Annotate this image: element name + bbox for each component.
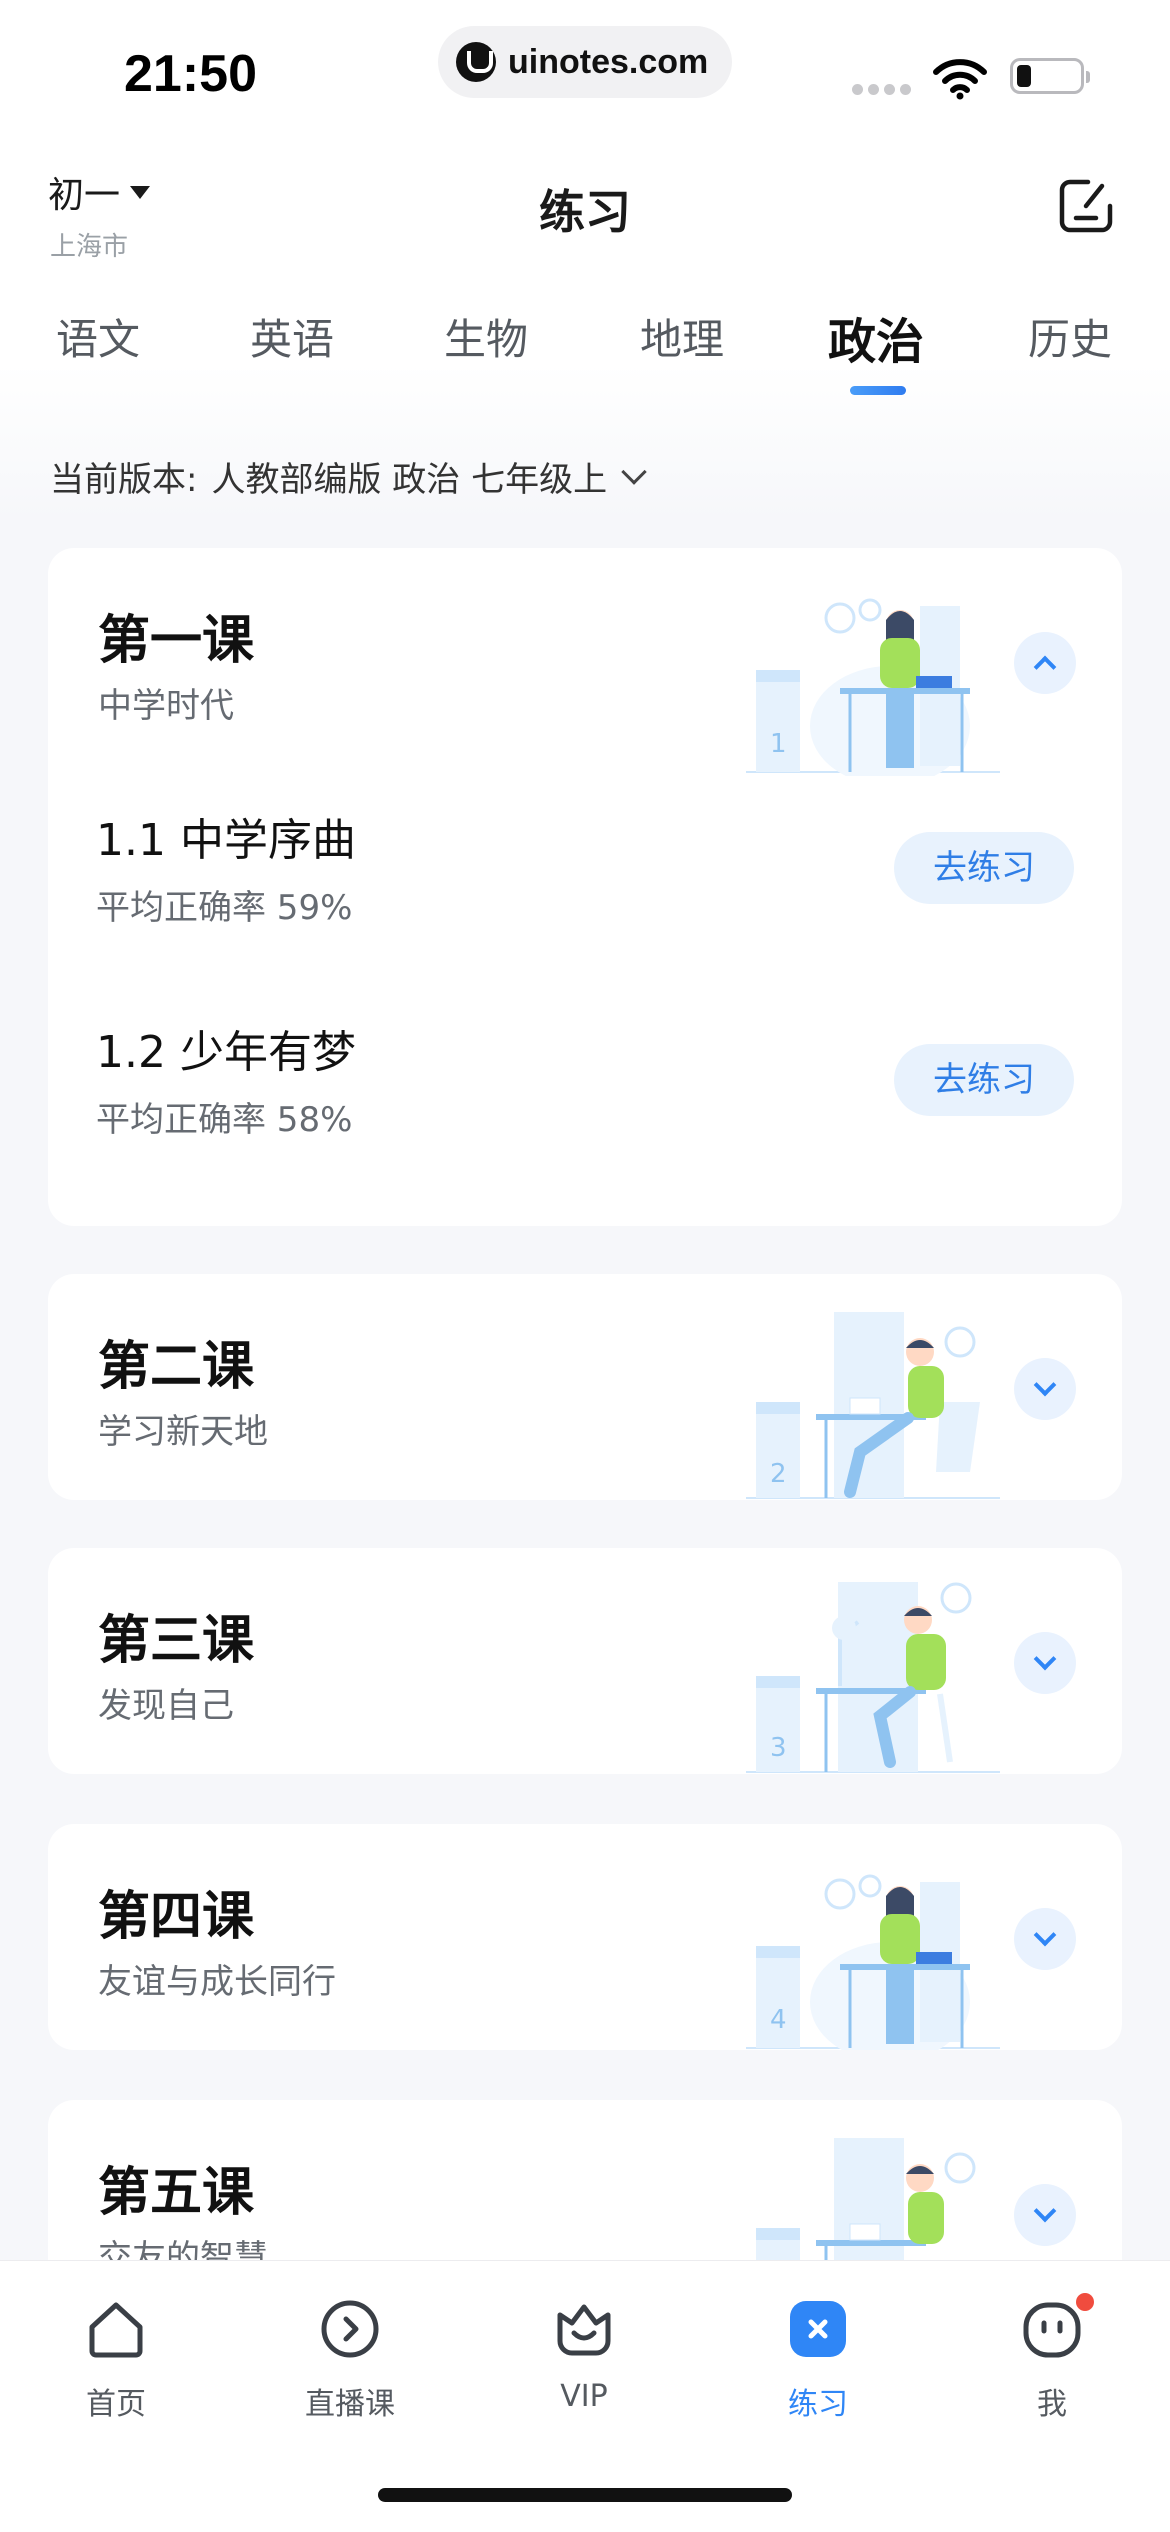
- nav-item-home[interactable]: 首页: [36, 2297, 196, 2423]
- active-tab-indicator: [850, 386, 906, 395]
- chevron-down-icon: [621, 458, 647, 485]
- edition-value: 人教部编版 政治 七年级上: [211, 460, 608, 500]
- lesson-subtitle: 学习新天地: [98, 1412, 268, 1452]
- student-desk-lamp-illustration: 3: [746, 1582, 1000, 1773]
- chevron-down-icon: [1033, 1373, 1057, 1397]
- tab-chinese[interactable]: 语文: [56, 306, 140, 367]
- lesson-title: 第五课: [98, 2163, 255, 2223]
- lesson-subtitle: 中学时代: [98, 686, 234, 726]
- lesson-card[interactable]: 第三课 发现自己 3: [48, 1548, 1122, 1774]
- tab-politics[interactable]: 政治: [828, 302, 924, 372]
- lesson-card: 第一课 中学时代 1 1.1 中学序曲 平均正确率 59% 去练习 1.2 少年…: [48, 548, 1122, 1226]
- cellular-signal-icon: [852, 84, 911, 95]
- expand-lesson-button[interactable]: [1014, 2184, 1076, 2246]
- chevron-up-icon: [1033, 655, 1057, 679]
- section-accuracy: 平均正确率 59%: [96, 888, 353, 928]
- svg-text:2: 2: [770, 1459, 787, 1489]
- expand-lesson-button[interactable]: [1014, 1358, 1076, 1420]
- section-title: 1.2 少年有梦: [96, 1027, 356, 1078]
- nav-label: 直播课: [305, 2387, 395, 2422]
- nav-item-vip[interactable]: VIP: [504, 2297, 664, 2414]
- svg-text:4: 4: [770, 2005, 787, 2035]
- lesson-card[interactable]: 第二课 学习新天地 2: [48, 1274, 1122, 1500]
- section-title: 1.1 中学序曲: [96, 815, 356, 866]
- nav-item-me[interactable]: 我: [972, 2293, 1132, 2423]
- tab-geography[interactable]: 地理: [640, 306, 724, 367]
- student-reading-illustration: 1: [746, 598, 1000, 776]
- section-item: 1.1 中学序曲 平均正确率 59% 去练习: [48, 776, 1122, 988]
- edit-icon[interactable]: [1058, 178, 1114, 234]
- lesson-card[interactable]: 第四课 友谊与成长同行 4: [48, 1824, 1122, 2050]
- nav-label: 首页: [86, 2387, 146, 2422]
- chevron-down-icon: [1033, 2199, 1057, 2223]
- subject-tabs: 语文 英语 生物 地理 政治 历史: [0, 306, 1170, 416]
- lesson-title: 第二课: [98, 1337, 255, 1397]
- lesson-title: 第三课: [98, 1611, 255, 1671]
- student-reading-illustration: 4: [746, 1874, 1000, 2050]
- expand-lesson-button[interactable]: [1014, 1632, 1076, 1694]
- lesson-subtitle: 发现自己: [98, 1686, 234, 1726]
- svg-text:3: 3: [770, 1733, 787, 1763]
- home-icon: [89, 2302, 143, 2358]
- lesson-title: 第四课: [98, 1887, 255, 1947]
- chevron-down-icon: [1033, 1647, 1057, 1671]
- practice-icon: [790, 2301, 846, 2357]
- practice-button[interactable]: 去练习: [894, 832, 1074, 904]
- wifi-icon: [933, 59, 987, 100]
- home-indicator[interactable]: [378, 2488, 792, 2502]
- site-logo-icon: [456, 42, 496, 82]
- tab-biology[interactable]: 生物: [444, 306, 528, 367]
- expand-lesson-button[interactable]: [1014, 1908, 1076, 1970]
- student-writing-illustration: 2: [746, 1312, 1000, 1499]
- nav-label: 练习: [788, 2387, 848, 2422]
- practice-button[interactable]: 去练习: [894, 1044, 1074, 1116]
- page-title: 练习: [539, 185, 631, 239]
- url-pill[interactable]: uinotes.com: [438, 26, 732, 98]
- section-item: 1.2 少年有梦 平均正确率 58% 去练习: [48, 988, 1122, 1200]
- lesson-subtitle: 友谊与成长同行: [98, 1962, 336, 2002]
- section-accuracy: 平均正确率 58%: [96, 1100, 353, 1140]
- profile-icon: [1023, 2302, 1081, 2358]
- edition-label: 当前版本:: [50, 460, 198, 500]
- collapse-lesson-button[interactable]: [1014, 632, 1076, 694]
- svg-text:1: 1: [770, 729, 787, 759]
- live-class-icon: [321, 2300, 379, 2358]
- nav-label: 我: [1037, 2387, 1067, 2422]
- notification-dot: [1076, 2293, 1094, 2311]
- chevron-down-icon: [1033, 1923, 1057, 1947]
- nav-label: VIP: [560, 2379, 608, 2414]
- lesson-title: 第一课: [98, 611, 255, 671]
- url-text: uinotes.com: [508, 42, 709, 81]
- edition-selector[interactable]: 当前版本: 人教部编版 政治 七年级上: [50, 452, 647, 501]
- tab-history[interactable]: 历史: [1028, 306, 1112, 367]
- tab-english[interactable]: 英语: [250, 306, 334, 367]
- battery-icon: [1010, 58, 1090, 94]
- nav-item-practice[interactable]: 练习: [738, 2297, 898, 2423]
- nav-item-live[interactable]: 直播课: [270, 2297, 430, 2423]
- vip-icon: [557, 2304, 611, 2356]
- status-time: 21:50: [124, 45, 257, 103]
